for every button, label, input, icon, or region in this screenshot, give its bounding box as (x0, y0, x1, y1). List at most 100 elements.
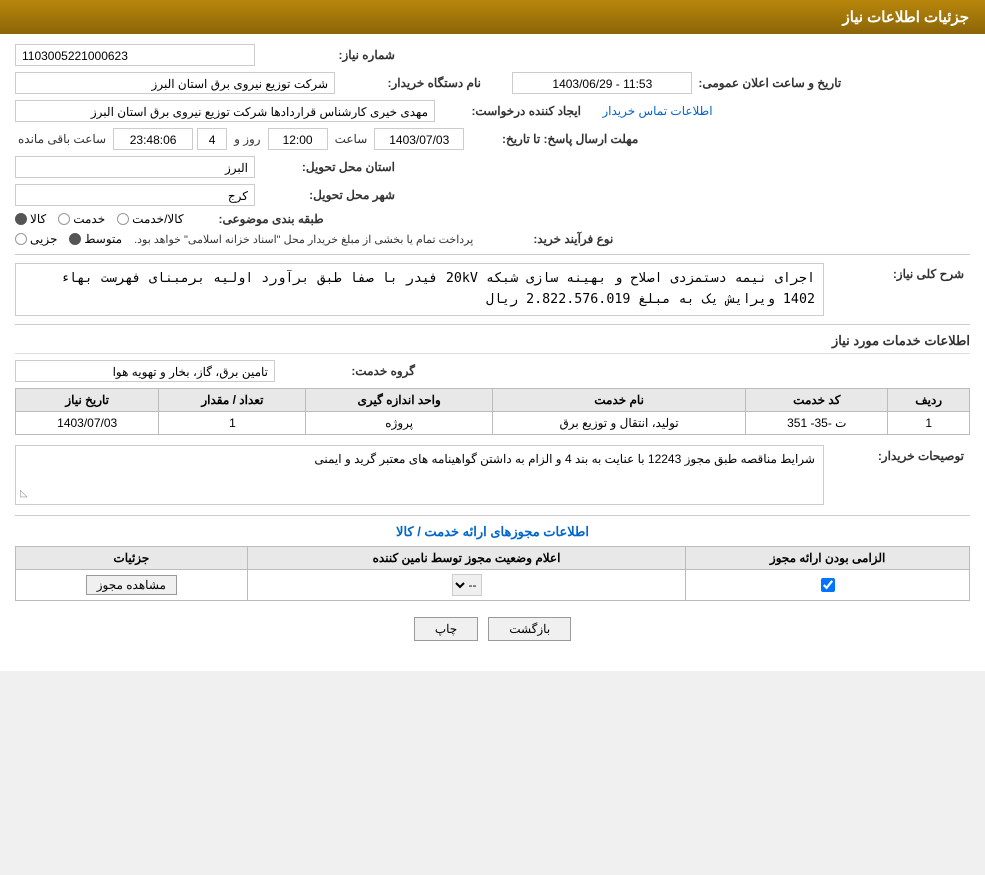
deadline-days-label: روز و (234, 132, 261, 146)
col-status: اعلام وضعیت مجوز توسط نامین کننده (247, 546, 686, 569)
category-label: طبقه بندی موضوعی: (184, 212, 324, 226)
category-option-kala-khadamat[interactable]: کالا/خدمت (117, 212, 183, 226)
services-section-title: اطلاعات خدمات مورد نیاز (15, 333, 970, 354)
comments-text: شرایط مناقصه طبق مجوز 12243 با عنایت به … (314, 452, 815, 466)
license-table: الزامی بودن ارائه مجوز اعلام وضعیت مجوز … (15, 546, 970, 601)
deadline-label: مهلت ارسال پاسخ: تا تاریخ: (468, 132, 638, 146)
col-details: جزئیات (16, 546, 248, 569)
request-number-label: شماره نیاز: (255, 48, 395, 62)
deadline-remaining-label: ساعت باقی مانده (18, 132, 106, 146)
back-button[interactable]: بازگشت (488, 617, 571, 641)
col-unit: واحد اندازه گیری (306, 388, 492, 411)
col-service-code: کد خدمت (746, 388, 888, 411)
deadline-remaining: 23:48:06 (113, 128, 193, 150)
creator-label: ایجاد کننده درخواست: (441, 104, 581, 118)
separator-2 (15, 324, 970, 325)
city-row: شهر محل تحویل: کرج (15, 184, 970, 206)
category-kala-radio[interactable] (15, 213, 27, 225)
license-table-body: -- مشاهده مجوز (16, 569, 970, 600)
province-value: البرز (15, 156, 255, 178)
col-need-date: تاریخ نیاز (16, 388, 159, 411)
header-bar: جزئیات اطلاعات نیاز (0, 0, 985, 34)
category-kala-khadamat-radio[interactable] (117, 213, 129, 225)
content-area: شماره نیاز: 1103005221000623 تاریخ و ساع… (0, 34, 985, 651)
table-row: 1 ت -35- 351 تولید، انتقال و توزیع برق پ… (16, 411, 970, 434)
contact-link[interactable]: اطلاعات تماس خریدار (602, 104, 712, 118)
service-group-value: تامین برق، گاز، بخار و تهویه هوا (15, 360, 275, 382)
license-section-title: اطلاعات مجوزهای ارائه خدمت / کالا (15, 524, 970, 540)
creator-value: مهدی خیری کارشناس قراردادها شرکت توزیع ن… (15, 100, 435, 122)
deadline-days: 4 (197, 128, 227, 150)
service-name: تولید، انتقال و توزیع برق (492, 411, 745, 434)
narration-row: شرح کلی نیاز: اجرای نیمه دستمزدی اصلاح و… (15, 263, 970, 316)
quantity: 1 (159, 411, 306, 434)
comments-label: توصیحات خریدار: (824, 445, 964, 463)
announcement-date-value: 1403/06/29 - 11:53 (512, 72, 692, 94)
license-row: -- مشاهده مجوز (16, 569, 970, 600)
page-title: جزئیات اطلاعات نیاز (843, 9, 970, 26)
separator-1 (15, 254, 970, 255)
service-code: ت -35- 351 (746, 411, 888, 434)
required-checkbox-wrapper (694, 578, 961, 592)
purchase-type-option-jozi[interactable]: جزیی (15, 232, 57, 246)
city-value: کرج (15, 184, 255, 206)
license-table-header: الزامی بودن ارائه مجوز اعلام وضعیت مجوز … (16, 546, 970, 569)
deadline-row: مهلت ارسال پاسخ: تا تاریخ: 1403/07/03 سا… (15, 128, 970, 150)
narration-label: شرح کلی نیاز: (824, 263, 964, 281)
purchase-type-note: پرداخت تمام یا بخشی از مبلغ خریدار محل "… (134, 233, 473, 246)
separator-3 (15, 515, 970, 516)
purchase-type-option-motavasset[interactable]: متوسط (69, 232, 122, 246)
category-option-kala[interactable]: کالا (15, 212, 46, 226)
print-button[interactable]: چاپ (414, 617, 478, 641)
creator-row: اطلاعات تماس خریدار ایجاد کننده درخواست:… (15, 100, 970, 122)
category-khadamat-label: خدمت (73, 212, 105, 226)
province-row: استان محل تحویل: البرز (15, 156, 970, 178)
purchase-type-label: نوع فرآیند خرید: (473, 232, 613, 246)
col-required: الزامی بودن ارائه مجوز (686, 546, 970, 569)
show-license-button[interactable]: مشاهده مجوز (86, 575, 177, 595)
col-quantity: تعداد / مقدار (159, 388, 306, 411)
purchase-type-motavasset-label: متوسط (84, 232, 122, 246)
province-label: استان محل تحویل: (255, 160, 395, 174)
required-cell (686, 569, 970, 600)
buttons-row: بازگشت چاپ (15, 617, 970, 641)
services-table-header: ردیف کد خدمت نام خدمت واحد اندازه گیری ت… (16, 388, 970, 411)
deadline-date: 1403/07/03 (374, 128, 464, 150)
page-wrapper: جزئیات اطلاعات نیاز شماره نیاز: 11030052… (0, 0, 985, 671)
services-table: ردیف کد خدمت نام خدمت واحد اندازه گیری ت… (15, 388, 970, 435)
buyer-org-value: شرکت توزیع نیروی برق استان البرز (15, 72, 335, 94)
announcement-date-label: تاریخ و ساعت اعلان عمومی: (698, 76, 841, 90)
status-select[interactable]: -- (452, 574, 482, 596)
need-date: 1403/07/03 (16, 411, 159, 434)
purchase-type-jozi-label: جزیی (30, 232, 57, 246)
category-row: طبقه بندی موضوعی: کالا/خدمت خدمت کالا (15, 212, 970, 226)
narration-box[interactable]: اجرای نیمه دستمزدی اصلاح و بهینه سازی شب… (15, 263, 824, 316)
col-row: ردیف (888, 388, 970, 411)
purchase-type-jozi-radio[interactable] (15, 233, 27, 245)
service-group-row: گروه خدمت: تامین برق، گاز، بخار و تهویه … (15, 360, 970, 382)
buyer-org-label: نام دستگاه خریدار: (341, 76, 481, 90)
service-group-label: گروه خدمت: (275, 364, 415, 378)
required-checkbox[interactable] (821, 578, 835, 592)
comments-section: توصیحات خریدار: شرایط مناقصه طبق مجوز 12… (15, 445, 970, 505)
category-kala-label: کالا (30, 212, 46, 226)
deadline-time-label: ساعت (335, 132, 368, 146)
col-service-name: نام خدمت (492, 388, 745, 411)
buyer-org-row: تاریخ و ساعت اعلان عمومی: 1403/06/29 - 1… (15, 72, 970, 94)
purchase-type-motavasset-radio[interactable] (69, 233, 81, 245)
resize-handle: ◺ (20, 486, 28, 502)
category-option-khadamat[interactable]: خدمت (58, 212, 105, 226)
request-number-value: 1103005221000623 (15, 44, 255, 66)
city-label: شهر محل تحویل: (255, 188, 395, 202)
services-table-body: 1 ت -35- 351 تولید، انتقال و توزیع برق پ… (16, 411, 970, 434)
category-kala-khadamat-label: کالا/خدمت (132, 212, 183, 226)
unit: پروژه (306, 411, 492, 434)
category-radio-group: کالا/خدمت خدمت کالا (15, 212, 184, 226)
purchase-type-row: نوع فرآیند خرید: پرداخت تمام یا بخشی از … (15, 232, 970, 246)
request-number-row: شماره نیاز: 1103005221000623 (15, 44, 970, 66)
category-khadamat-radio[interactable] (58, 213, 70, 225)
details-cell: مشاهده مجوز (16, 569, 248, 600)
row-number: 1 (888, 411, 970, 434)
status-cell: -- (247, 569, 686, 600)
deadline-time: 12:00 (268, 128, 328, 150)
